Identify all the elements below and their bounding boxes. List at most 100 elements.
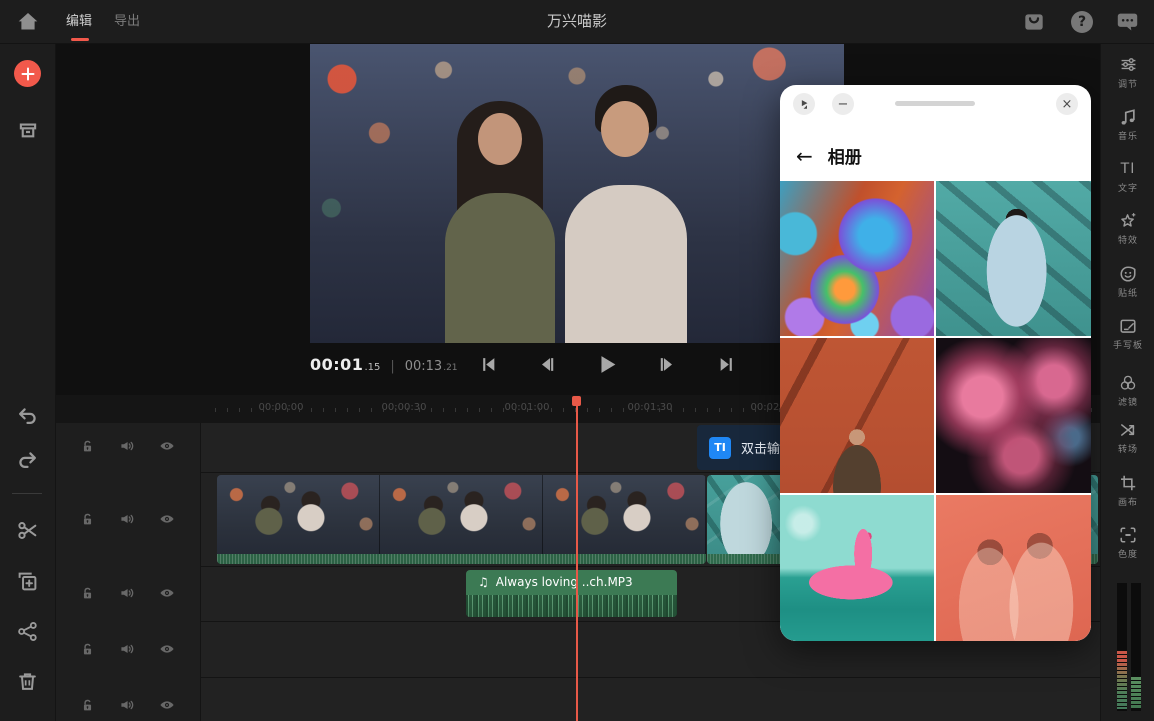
redo-button[interactable] (0, 449, 55, 470)
back-button[interactable]: ← (796, 146, 813, 166)
play-icon (597, 354, 618, 375)
top-bar: 编辑 导出 万兴喵影 ? (0, 0, 1154, 44)
delete-button[interactable] (0, 671, 55, 692)
undo-button[interactable] (0, 405, 55, 426)
figure-body (445, 193, 555, 343)
video-preview[interactable] (310, 43, 844, 343)
playhead-line[interactable] (576, 404, 578, 721)
album-photo-grid (780, 181, 1091, 641)
panel-title: 相册 (828, 143, 862, 168)
total-frames: .21 (443, 363, 457, 373)
share-button[interactable] (0, 621, 55, 642)
skip-to-end-button[interactable] (715, 353, 737, 375)
question-mark-icon: ? (1078, 14, 1086, 30)
feedback-button[interactable] (1116, 10, 1142, 36)
tool-stickers[interactable]: 贴纸 (1101, 264, 1154, 299)
mute-icon[interactable] (119, 697, 135, 713)
writing-pad-icon (1119, 317, 1137, 335)
panel-controls: − × (780, 85, 1091, 129)
album-photo-red-wall-woman[interactable] (780, 338, 934, 493)
tool-label: 滤镜 (1101, 395, 1154, 408)
media-library-button[interactable] (0, 120, 55, 140)
lock-icon[interactable] (80, 586, 95, 601)
minimize-panel-button[interactable]: − (832, 93, 854, 115)
figure-body (565, 185, 687, 343)
split-button[interactable] (0, 520, 55, 541)
lock-icon[interactable] (80, 439, 95, 454)
track-controls-5 (55, 697, 200, 713)
previous-frame-button[interactable] (537, 353, 559, 375)
tool-effects[interactable]: 特效 (1101, 211, 1154, 246)
panel-drag-handle[interactable] (895, 101, 975, 106)
dock-panel-button[interactable] (793, 93, 815, 115)
mute-icon[interactable] (119, 585, 135, 601)
chroma-key-icon (1119, 526, 1137, 544)
album-photo-pink-ink[interactable] (936, 338, 1091, 493)
tool-music[interactable]: 音乐 (1101, 107, 1154, 142)
shopping-bag-icon (1022, 9, 1046, 33)
help-button[interactable]: ? (1071, 11, 1093, 33)
scissors-icon (17, 520, 38, 541)
track-controls-video (55, 511, 200, 527)
skip-to-start-button[interactable] (477, 353, 499, 375)
track-controls-4 (55, 641, 200, 657)
album-photo-graffiti-man[interactable] (936, 181, 1091, 336)
visibility-icon[interactable] (159, 511, 175, 527)
visibility-icon[interactable] (159, 585, 175, 601)
store-button[interactable] (1022, 9, 1048, 35)
next-frame-icon (658, 356, 675, 373)
mute-icon[interactable] (119, 511, 135, 527)
figure-face (478, 113, 522, 165)
clip-audio-waveform-strip (217, 554, 706, 564)
tool-label: 手写板 (1101, 338, 1154, 351)
album-photo-couple-selected[interactable] (936, 495, 1091, 641)
tool-label: 音乐 (1101, 129, 1154, 142)
duplicate-button[interactable] (0, 571, 55, 592)
lock-icon[interactable] (80, 512, 95, 527)
album-photo-bubbles[interactable] (780, 181, 934, 336)
audio-level-meter-right (1131, 583, 1141, 711)
visibility-icon[interactable] (159, 697, 175, 713)
tool-adjust[interactable]: 调节 (1101, 55, 1154, 90)
audio-clip[interactable]: ♫ Always loving ..ch.MP3 (466, 570, 677, 617)
music-note-icon (1119, 108, 1137, 126)
visibility-icon[interactable] (159, 641, 175, 657)
tool-label: 画布 (1101, 495, 1154, 508)
audio-waveform (466, 595, 677, 617)
album-photo-flamingo-float[interactable] (780, 495, 934, 641)
play-button[interactable] (596, 353, 618, 375)
tool-label: 调节 (1101, 77, 1154, 90)
tool-text[interactable]: TI 文字 (1101, 159, 1154, 194)
skip-end-icon (718, 356, 735, 373)
tool-filters[interactable]: 滤镜 (1101, 373, 1154, 408)
add-media-button[interactable] (0, 60, 55, 87)
tool-canvas[interactable]: 画布 (1101, 473, 1154, 508)
lock-icon[interactable] (80, 642, 95, 657)
archive-box-icon (18, 120, 38, 140)
music-note-icon: ♫ (478, 575, 489, 589)
visibility-icon[interactable] (159, 438, 175, 454)
person-figure-left (440, 43, 560, 343)
undo-icon (17, 405, 38, 426)
tool-transitions[interactable]: 转场 (1101, 420, 1154, 455)
clip-thumbnail (380, 475, 543, 564)
tool-label: 色度 (1101, 547, 1154, 560)
tool-handwriting[interactable]: 手写板 (1101, 316, 1154, 351)
minus-icon: − (838, 98, 849, 111)
right-toolbar: 调节 音乐 TI 文字 特效 贴纸 (1100, 43, 1154, 721)
tool-chroma[interactable]: 色度 (1101, 525, 1154, 560)
app-title: 万兴喵影 (0, 0, 1154, 43)
crop-icon (1119, 474, 1137, 492)
transitions-icon (1119, 421, 1137, 439)
close-panel-button[interactable]: × (1056, 93, 1078, 115)
mute-icon[interactable] (119, 641, 135, 657)
text-clip-badge: TI (709, 437, 731, 459)
tool-label: 贴纸 (1101, 286, 1154, 299)
lock-icon[interactable] (80, 698, 95, 713)
album-panel: − × ← 相册 (780, 85, 1091, 641)
time-separator: | (390, 359, 394, 374)
next-frame-button[interactable] (656, 353, 678, 375)
mute-icon[interactable] (119, 438, 135, 454)
tool-label: 转场 (1101, 442, 1154, 455)
video-clip-1[interactable] (217, 475, 706, 564)
